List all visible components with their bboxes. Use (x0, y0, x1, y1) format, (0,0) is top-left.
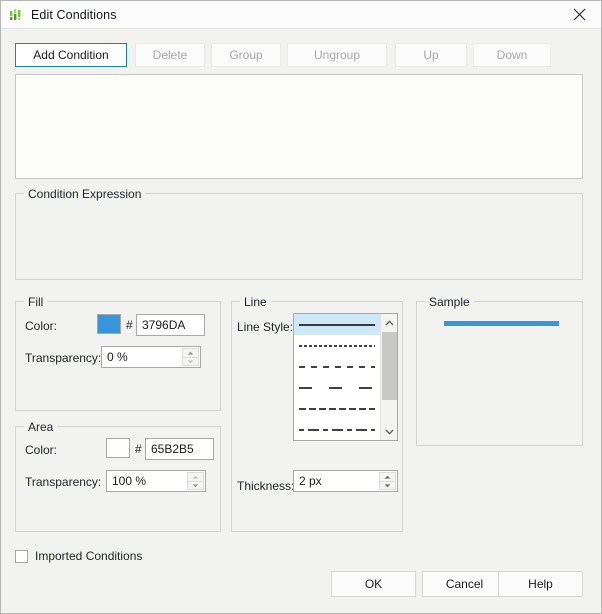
line-thickness-decrement-icon[interactable] (379, 481, 396, 490)
toolbar: Add Condition Delete Group Ungroup Up Do… (15, 43, 589, 67)
ungroup-button[interactable]: Ungroup (287, 43, 387, 67)
line-style-label: Line Style: (237, 320, 294, 334)
title-bar: Edit Conditions (1, 1, 601, 29)
line-style-option-fine-dashed[interactable] (294, 335, 380, 356)
area-transparency-stepper[interactable]: 100 % (106, 470, 206, 492)
up-button[interactable]: Up (395, 43, 467, 67)
fill-color-label: Color: (25, 319, 58, 333)
sample-group-title: Sample (425, 295, 474, 309)
down-button[interactable]: Down (473, 43, 551, 67)
fill-hash-label: # (126, 318, 133, 332)
condition-expression-group: Condition Expression (15, 187, 583, 280)
fill-transparency-decrement-icon[interactable] (182, 357, 199, 366)
thickness-label: Thickness: (237, 479, 295, 493)
area-color-swatch[interactable] (106, 438, 130, 458)
chevron-down-icon[interactable] (381, 423, 398, 440)
area-transparency-label: Transparency: (25, 475, 102, 489)
fill-transparency-value: 0 % (107, 350, 128, 364)
area-color-label: Color: (25, 443, 58, 457)
checkbox-indicator[interactable] (15, 549, 28, 563)
area-group-title: Area (24, 420, 58, 434)
fill-transparency-increment-icon[interactable] (182, 348, 199, 357)
ok-button[interactable]: OK (331, 571, 416, 597)
edit-conditions-dialog: Edit Conditions Add Condition Delete Gro… (0, 0, 602, 614)
fill-color-hex-input[interactable] (136, 314, 205, 336)
help-button[interactable]: Help (498, 571, 583, 597)
area-transparency-increment-icon[interactable] (187, 472, 204, 481)
condition-expression-title: Condition Expression (24, 187, 146, 201)
line-style-option-long-dash-wide-gap[interactable] (294, 377, 380, 398)
add-condition-button[interactable]: Add Condition (15, 43, 127, 67)
area-color-hex-input[interactable] (145, 438, 214, 460)
conditions-list[interactable] (15, 74, 583, 179)
cancel-button[interactable]: Cancel (422, 571, 507, 597)
imported-conditions-checkbox[interactable]: Imported Conditions (15, 548, 142, 564)
line-style-options[interactable] (294, 314, 380, 440)
line-style-listbox[interactable] (293, 313, 398, 441)
line-style-option-dashed[interactable] (294, 356, 380, 377)
line-thickness-spin-buttons[interactable] (379, 472, 396, 490)
line-style-option-solid[interactable] (294, 314, 380, 335)
area-transparency-value: 100 % (112, 474, 147, 488)
line-thickness-increment-icon[interactable] (379, 472, 396, 481)
fill-transparency-spin-buttons[interactable] (182, 348, 199, 366)
window-title: Edit Conditions (31, 7, 117, 22)
line-thickness-value: 2 px (299, 474, 322, 488)
line-thickness-stepper[interactable]: 2 px (293, 470, 398, 492)
scrollbar-thumb[interactable] (382, 332, 397, 400)
area-transparency-decrement-icon[interactable] (187, 481, 204, 490)
line-style-option-dense-dashed[interactable] (294, 398, 380, 419)
area-hash-label: # (135, 442, 142, 456)
fill-color-swatch[interactable] (97, 314, 121, 334)
fill-transparency-label: Transparency: (25, 351, 102, 365)
line-group-title: Line (240, 295, 271, 309)
close-icon[interactable] (557, 1, 601, 27)
group-button[interactable]: Group (211, 43, 281, 67)
chevron-up-icon[interactable] (381, 314, 398, 331)
area-transparency-spin-buttons[interactable] (187, 472, 204, 490)
fill-transparency-stepper[interactable]: 0 % (101, 346, 201, 368)
delete-button[interactable]: Delete (135, 43, 205, 67)
line-style-scrollbar[interactable] (380, 314, 397, 440)
sample-line-preview (444, 321, 559, 326)
fill-group-title: Fill (24, 295, 48, 309)
imported-conditions-label: Imported Conditions (35, 549, 143, 563)
line-style-option-mixed-dash[interactable] (294, 419, 380, 440)
chart-bars-icon (8, 7, 24, 23)
